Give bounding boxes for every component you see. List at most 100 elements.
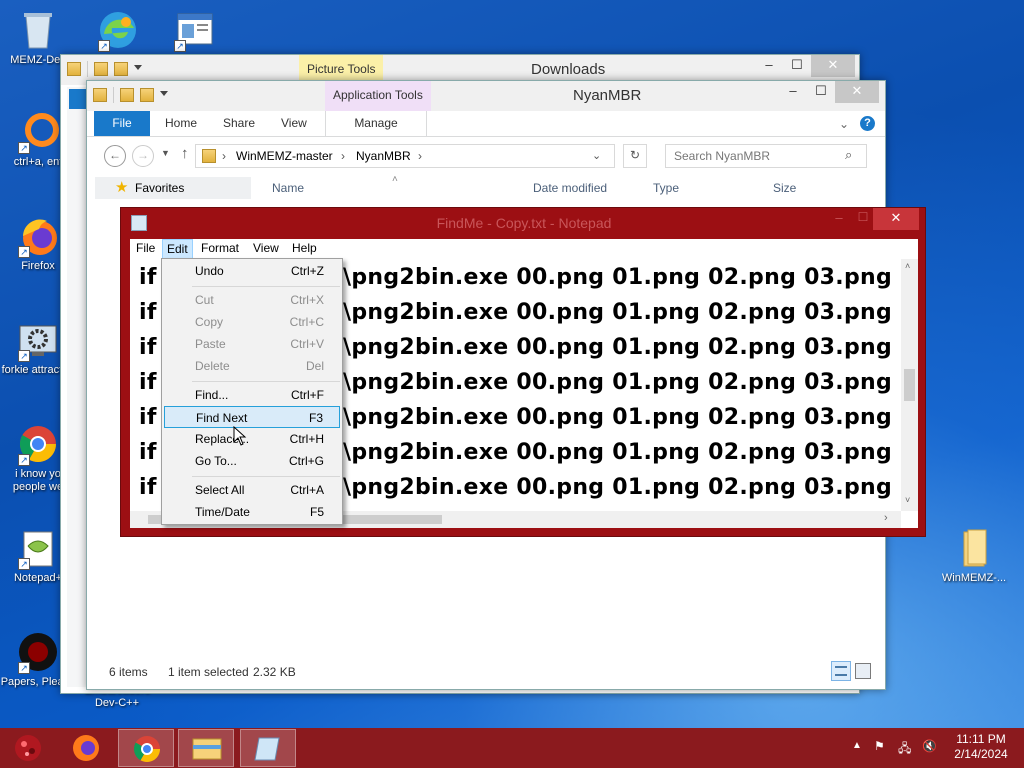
- taskbar-file-explorer[interactable]: [178, 729, 234, 767]
- menu-item-paste[interactable]: Paste Ctrl+V: [164, 333, 340, 355]
- new-folder-icon[interactable]: [114, 62, 128, 76]
- scroll-right-arrow-icon[interactable]: ›: [884, 512, 888, 524]
- menu-item-find[interactable]: Find... Ctrl+F: [164, 384, 340, 406]
- breadcrumb-separator-icon[interactable]: ›: [341, 149, 345, 163]
- menu-item-label: Find Next: [196, 411, 248, 425]
- show-hidden-icons-button[interactable]: ▲: [852, 740, 862, 751]
- taskbar-notepad[interactable]: [240, 729, 296, 767]
- shortcut-arrow-icon: ↗: [174, 40, 186, 52]
- folder-icon[interactable]: [67, 62, 81, 76]
- search-icon: ⌕: [845, 147, 853, 162]
- chevron-down-icon[interactable]: [160, 91, 168, 99]
- back-button[interactable]: ←: [104, 145, 126, 167]
- menu-item-find-next[interactable]: Find Next F3: [164, 406, 340, 428]
- up-arrow-button[interactable]: ↑: [181, 145, 189, 162]
- minimize-button[interactable]: –: [779, 81, 807, 103]
- recent-locations-chevron-icon[interactable]: ▼: [161, 148, 170, 158]
- file-tab-edge[interactable]: [69, 89, 87, 109]
- details-view-button[interactable]: [831, 661, 851, 681]
- menu-item-replace[interactable]: Replace... Ctrl+H: [164, 428, 340, 450]
- text-line: \png2bin.exe 00.png 01.png 02.png 03.png…: [343, 265, 918, 290]
- desktop-icon-winmemz[interactable]: WinMEMZ-...: [934, 526, 1014, 585]
- address-bar[interactable]: › WinMEMZ-master › NyanMBR › ⌄: [195, 144, 615, 168]
- breadcrumb-winmemz-master[interactable]: WinMEMZ-master: [236, 149, 333, 163]
- start-button[interactable]: [2, 729, 54, 767]
- column-header-type[interactable]: Type: [653, 181, 679, 195]
- scroll-down-arrow-icon[interactable]: ˅: [905, 495, 910, 505]
- column-header-name[interactable]: Name: [272, 181, 304, 195]
- scroll-up-arrow-icon[interactable]: ˄: [905, 261, 910, 271]
- tab-share[interactable]: Share: [223, 116, 255, 130]
- menu-item-undo[interactable]: Undo Ctrl+Z: [164, 260, 340, 282]
- close-button[interactable]: ✕: [835, 81, 879, 103]
- divider: [113, 87, 114, 103]
- folder-icon: [952, 526, 996, 570]
- minimize-button[interactable]: –: [827, 210, 851, 226]
- desktop-icon-browser[interactable]: ↗: [80, 8, 156, 54]
- action-center-flag-icon[interactable]: ⚑: [874, 739, 885, 753]
- taskbar-chrome[interactable]: [118, 729, 174, 767]
- menu-view[interactable]: View: [253, 241, 279, 255]
- tab-file[interactable]: File: [94, 111, 150, 136]
- properties-icon[interactable]: [120, 88, 134, 102]
- menu-help[interactable]: Help: [292, 241, 317, 255]
- window-titlebar[interactable]: Application Tools NyanMBR – ☐ ✕: [87, 81, 885, 111]
- folder-icon[interactable]: [93, 88, 107, 102]
- text-line: \png2bin.exe 00.png 01.png 02.png 03.png…: [343, 335, 918, 360]
- breadcrumb-separator-icon[interactable]: ›: [418, 149, 422, 163]
- tab-manage[interactable]: Manage: [325, 111, 427, 137]
- breadcrumb-nyanmbr[interactable]: NyanMBR: [356, 149, 411, 163]
- taskbar-firefox[interactable]: [58, 729, 114, 767]
- menu-format[interactable]: Format: [201, 241, 239, 255]
- shortcut-arrow-icon: ↗: [18, 558, 30, 570]
- window-title: FindMe - Copy.txt - Notepad: [436, 215, 612, 231]
- address-row: ← → ▼ ↑ › WinMEMZ-master › NyanMBR › ⌄ ↻…: [87, 137, 885, 173]
- refresh-button[interactable]: ↻: [623, 144, 647, 168]
- network-icon[interactable]: 🖧: [898, 739, 911, 760]
- help-icon[interactable]: ?: [860, 116, 875, 131]
- start-orb-icon: [15, 735, 41, 761]
- orange-ring-icon: ↗: [16, 110, 60, 154]
- breadcrumb-separator-icon[interactable]: ›: [222, 149, 226, 163]
- tab-view[interactable]: View: [281, 116, 307, 130]
- minimize-button[interactable]: –: [755, 55, 783, 77]
- new-folder-icon[interactable]: [140, 88, 154, 102]
- menu-edit[interactable]: Edit: [162, 239, 193, 259]
- text-line: \png2bin.exe 00.png 01.png 02.png 03.png…: [343, 405, 918, 430]
- close-button[interactable]: ✕: [873, 208, 919, 230]
- desktop-icon-document[interactable]: ↗: [156, 8, 232, 54]
- menu-item-time-date[interactable]: Time/Date F5: [164, 501, 340, 523]
- tab-home[interactable]: Home: [165, 116, 197, 130]
- vertical-scrollbar[interactable]: ˄ ˅: [901, 259, 918, 511]
- volume-muted-icon[interactable]: 🔇: [922, 739, 937, 753]
- text-line-prefix: if: [139, 265, 157, 290]
- menu-item-delete[interactable]: Delete Del: [164, 355, 340, 377]
- quick-access-toolbar: [67, 61, 142, 77]
- address-dropdown-icon[interactable]: ⌄: [592, 149, 601, 162]
- maximize-button[interactable]: ☐: [807, 81, 835, 103]
- system-clock[interactable]: 11:11 PM 2/14/2024: [950, 732, 1012, 762]
- desktop-icon-label: WinMEMZ-...: [941, 572, 1007, 584]
- column-header-size[interactable]: Size: [773, 181, 796, 195]
- properties-icon[interactable]: [94, 62, 108, 76]
- forward-button[interactable]: →: [132, 145, 154, 167]
- menu-file[interactable]: File: [136, 241, 155, 255]
- chevron-down-icon[interactable]: [134, 65, 142, 73]
- close-button[interactable]: ✕: [811, 55, 855, 77]
- nav-item-favorites[interactable]: ★ Favorites: [95, 177, 251, 199]
- text-line: \png2bin.exe 00.png 01.png 02.png 03.png…: [343, 300, 918, 325]
- vertical-scroll-thumb[interactable]: [904, 369, 915, 401]
- menu-item-cut[interactable]: Cut Ctrl+X: [164, 289, 340, 311]
- shortcut-arrow-icon: ↗: [18, 454, 30, 466]
- ribbon-expand-icon[interactable]: ⌄: [839, 117, 849, 131]
- menu-item-shortcut: F3: [308, 411, 323, 425]
- menu-item-select-all[interactable]: Select All Ctrl+A: [164, 479, 340, 501]
- large-icons-view-button[interactable]: [855, 663, 871, 679]
- search-input[interactable]: Search NyanMBR: [665, 144, 867, 168]
- menu-separator: [192, 286, 340, 287]
- menu-item-copy[interactable]: Copy Ctrl+C: [164, 311, 340, 333]
- maximize-button[interactable]: ☐: [851, 210, 875, 226]
- menu-item-go-to[interactable]: Go To... Ctrl+G: [164, 450, 340, 472]
- column-header-date-modified[interactable]: Date modified: [533, 181, 607, 195]
- maximize-button[interactable]: ☐: [783, 55, 811, 77]
